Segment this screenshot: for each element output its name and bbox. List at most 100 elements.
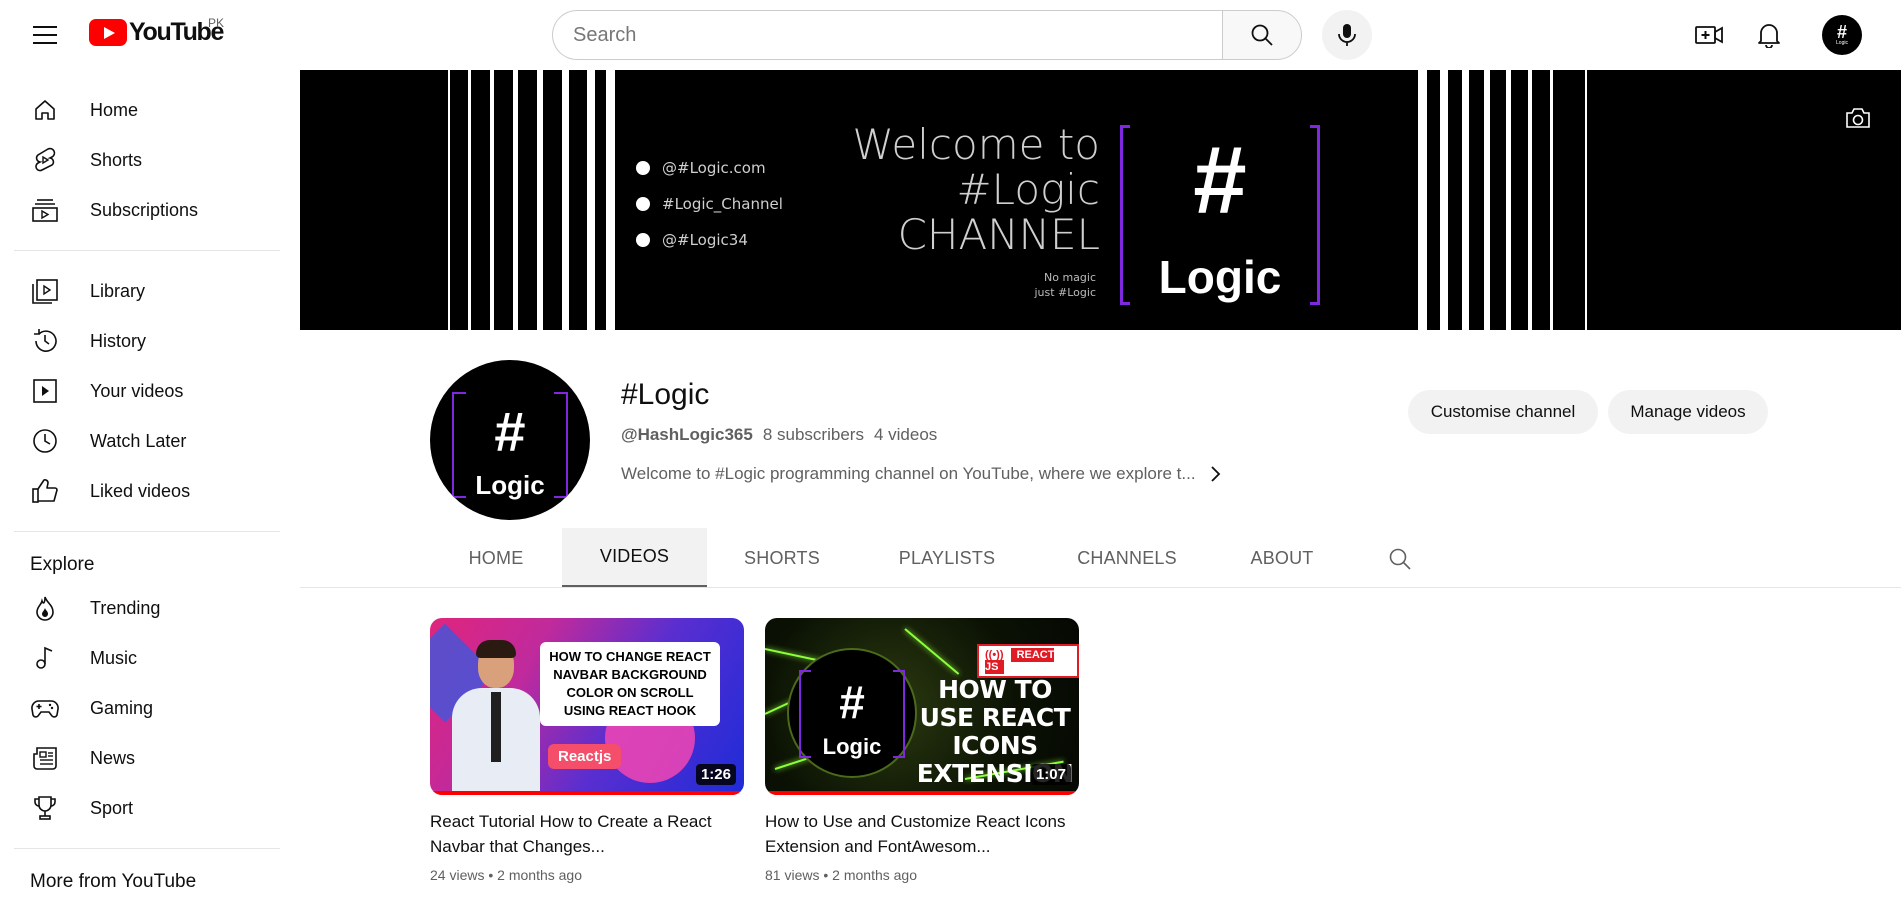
notifications-button[interactable]: [1746, 15, 1792, 55]
shorts-icon: [30, 145, 60, 175]
liked-icon: [30, 476, 60, 506]
youtube-logo[interactable]: YouTube: [89, 18, 224, 47]
thumbnail-badge: ((•)) REACT JS: [977, 644, 1079, 678]
person-illustration: [450, 638, 540, 795]
sidebar-item-label: Library: [90, 280, 146, 301]
video-thumbnail[interactable]: # Logic ((•)) REACT JS HOW TO USE REACT …: [765, 618, 1079, 795]
banner-stripe: [1484, 70, 1490, 330]
channel-description[interactable]: Welcome to #Logic programming channel on…: [621, 464, 1222, 484]
manage-videos-button[interactable]: Manage videos: [1608, 390, 1768, 434]
video-card[interactable]: HOW TO CHANGE REACT NAVBAR BACKGROUND CO…: [430, 618, 744, 883]
sidebar-item-label: Trending: [90, 597, 161, 618]
channel-avatar[interactable]: # Logic: [430, 360, 590, 520]
sidebar-item-music[interactable]: Music: [0, 633, 290, 683]
sidebar-item-label: Your videos: [90, 380, 184, 401]
sidebar-item-subscriptions[interactable]: Subscriptions: [0, 185, 290, 235]
watch-progress-bar: [765, 791, 1079, 795]
masthead: YouTube PK # Logic: [0, 0, 1901, 70]
sidebar-divider: [14, 531, 280, 532]
sidebar-item-gaming[interactable]: Gaming: [0, 683, 290, 733]
sidebar-divider: [14, 250, 280, 251]
sidebar-item-history[interactable]: History: [0, 316, 290, 366]
sidebar-item-label: Sport: [90, 797, 134, 818]
sidebar-item-news[interactable]: News: [0, 733, 290, 783]
sidebar-item-watch-later[interactable]: Watch Later: [0, 416, 290, 466]
customise-channel-button[interactable]: Customise channel: [1408, 390, 1598, 434]
search-bar: [552, 10, 1302, 60]
channel-description-text: Welcome to #Logic programming channel on…: [621, 464, 1196, 483]
sidebar-item-library[interactable]: Library: [0, 266, 290, 316]
sidebar: Home Shorts Subscriptions Library Histor…: [0, 70, 290, 916]
video-metadata: 81 views • 2 months ago: [765, 867, 917, 883]
channel-name: #Logic: [621, 378, 710, 411]
banner-link: @#Logic.com: [636, 150, 783, 186]
video-title[interactable]: How to Use and Customize React Icons Ext…: [765, 809, 1079, 859]
banner-tagline: No magic just #Logic: [1034, 271, 1096, 299]
tab-videos[interactable]: VIDEOS: [562, 528, 707, 588]
banner-stripe: [587, 70, 595, 330]
banner-link: #Logic_Channel: [636, 186, 783, 222]
banner-stripe: [606, 70, 615, 330]
banner-stripe: [1462, 70, 1469, 330]
banner-link: @#Logic34: [636, 222, 783, 258]
sidebar-item-trending[interactable]: Trending: [0, 583, 290, 633]
video-duration: 1:26: [695, 764, 736, 785]
sidebar-item-liked-videos[interactable]: Liked videos: [0, 466, 290, 516]
sidebar-item-label: Liked videos: [90, 480, 191, 501]
sidebar-item-shorts[interactable]: Shorts: [0, 135, 290, 185]
tab-playlists[interactable]: PLAYLISTS: [857, 528, 1037, 588]
hamburger-menu-button[interactable]: [22, 15, 68, 55]
search-input[interactable]: [552, 10, 1222, 60]
sidebar-item-home[interactable]: Home: [0, 85, 290, 135]
sidebar-item-label: History: [90, 330, 147, 351]
channel-search-button[interactable]: [1385, 544, 1415, 574]
bell-icon: [1758, 24, 1780, 48]
banner-stripe: [490, 70, 494, 330]
video-title[interactable]: React Tutorial How to Create a React Nav…: [430, 809, 744, 859]
sidebar-item-label: Shorts: [90, 149, 143, 170]
upload-age: 2 months ago: [832, 867, 917, 883]
banner-stripe: [1585, 70, 1587, 330]
sidebar-item-label: Home: [90, 99, 139, 120]
search-icon: [1389, 548, 1411, 570]
trophy-icon: [30, 793, 60, 823]
thumbnail-caption: HOW TO CHANGE REACT NAVBAR BACKGROUND CO…: [540, 642, 720, 726]
search-button[interactable]: [1222, 10, 1302, 60]
banner-stripe: [537, 70, 543, 330]
banner-stripe: [468, 70, 471, 330]
create-video-icon: [1695, 26, 1723, 44]
video-card[interactable]: # Logic ((•)) REACT JS HOW TO USE REACT …: [765, 618, 1079, 883]
gaming-icon: [30, 693, 60, 723]
history-icon: [30, 326, 60, 356]
tab-home[interactable]: HOME: [430, 528, 562, 588]
tab-channels[interactable]: CHANNELS: [1037, 528, 1217, 588]
banner-stripe: [513, 70, 518, 330]
banner-stripe: [1418, 70, 1427, 330]
edit-banner-button[interactable]: [1838, 100, 1878, 136]
sidebar-item-label: Gaming: [90, 697, 154, 718]
tab-about[interactable]: ABOUT: [1217, 528, 1347, 588]
sidebar-divider: [14, 848, 280, 849]
banner-stripe: [1528, 70, 1532, 330]
country-code: PK: [208, 16, 225, 30]
sidebar-item-label: News: [90, 747, 136, 768]
tabs-divider: [300, 587, 1901, 588]
avatar-label: Logic: [1836, 40, 1848, 46]
video-thumbnail[interactable]: HOW TO CHANGE REACT NAVBAR BACKGROUND CO…: [430, 618, 744, 795]
home-icon: [30, 95, 60, 125]
voice-search-button[interactable]: [1322, 10, 1372, 60]
account-avatar[interactable]: # Logic: [1822, 15, 1862, 55]
thumbnail-tag: Reactjs: [548, 744, 622, 769]
video-duration: 1:07: [1030, 764, 1071, 785]
upload-age: 2 months ago: [497, 867, 582, 883]
banner-stripe: [562, 70, 569, 330]
sidebar-item-your-videos[interactable]: Your videos: [0, 366, 290, 416]
watch-progress-bar: [430, 791, 744, 795]
tab-shorts[interactable]: SHORTS: [707, 528, 857, 588]
view-count: 81 views: [765, 867, 820, 883]
banner-stripe: [448, 70, 450, 330]
channel-handle: @HashLogic365: [621, 425, 753, 444]
sidebar-item-sport[interactable]: Sport: [0, 783, 290, 833]
chevron-right-icon: [1210, 465, 1222, 483]
create-button[interactable]: [1686, 15, 1732, 55]
